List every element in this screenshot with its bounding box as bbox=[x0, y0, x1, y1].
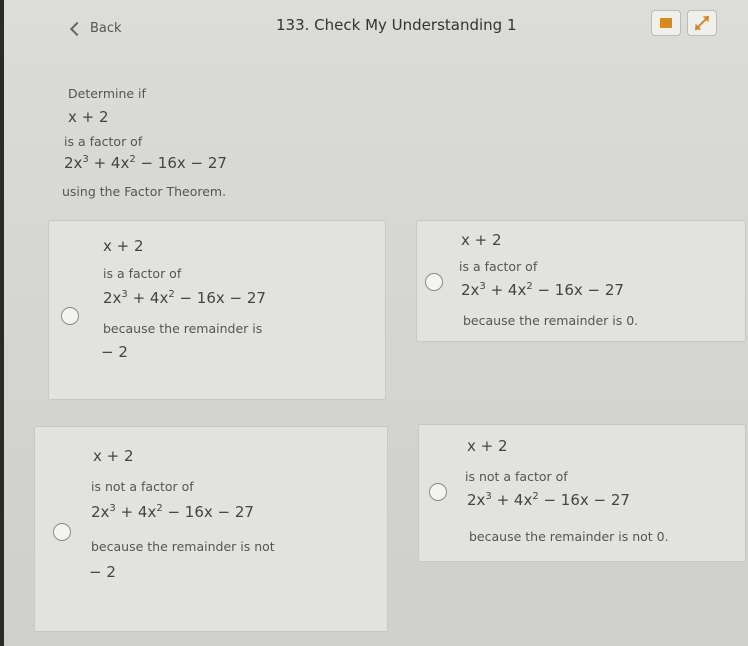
question-line-1: Determine if bbox=[68, 86, 146, 101]
option-factor: x + 2 bbox=[461, 231, 502, 249]
option-polynomial: 2x3 + 4x2 − 16x − 27 bbox=[461, 281, 624, 299]
option-remainder: − 2 bbox=[101, 343, 128, 361]
option-factor: x + 2 bbox=[467, 437, 508, 455]
option-polynomial: 2x3 + 4x2 − 16x − 27 bbox=[467, 491, 630, 509]
radio-button[interactable] bbox=[53, 523, 71, 541]
book-button[interactable] bbox=[651, 10, 681, 36]
option-because: because the remainder is bbox=[103, 321, 263, 336]
screen: Back 133. Check My Understanding 1 Deter… bbox=[4, 0, 748, 646]
question-line-2: is a factor of bbox=[64, 134, 143, 149]
radio-button[interactable] bbox=[425, 273, 443, 291]
chevron-left-icon bbox=[69, 21, 85, 36]
book-icon bbox=[660, 18, 672, 28]
option-factor: x + 2 bbox=[93, 447, 134, 465]
question-polynomial: 2x3 + 4x2 − 16x − 27 bbox=[64, 154, 227, 172]
option-relation: is not a factor of bbox=[465, 469, 568, 484]
back-label: Back bbox=[90, 21, 122, 36]
question-line-3: using the Factor Theorem. bbox=[62, 184, 227, 199]
option-because: because the remainder is not bbox=[91, 539, 275, 554]
option-polynomial: 2x3 + 4x2 − 16x − 27 bbox=[91, 503, 254, 521]
back-button[interactable]: Back bbox=[69, 21, 122, 36]
answer-option-c[interactable]: x + 2 is not a factor of 2x3 + 4x2 − 16x… bbox=[34, 426, 388, 632]
answer-option-d[interactable]: x + 2 is not a factor of 2x3 + 4x2 − 16x… bbox=[418, 424, 746, 562]
page-title: 133. Check My Understanding 1 bbox=[276, 16, 517, 34]
answer-option-b[interactable]: x + 2 is a factor of 2x3 + 4x2 − 16x − 2… bbox=[416, 220, 746, 342]
expand-button[interactable] bbox=[687, 10, 717, 36]
radio-button[interactable] bbox=[61, 307, 79, 325]
option-relation: is a factor of bbox=[459, 259, 538, 274]
question-factor: x + 2 bbox=[68, 108, 109, 126]
option-because: because the remainder is not 0. bbox=[469, 529, 669, 544]
option-polynomial: 2x3 + 4x2 − 16x − 27 bbox=[103, 289, 266, 307]
radio-button[interactable] bbox=[429, 483, 447, 501]
top-bar: Back 133. Check My Understanding 1 bbox=[4, 0, 748, 58]
option-because: because the remainder is 0. bbox=[463, 313, 639, 328]
option-relation: is a factor of bbox=[103, 266, 182, 281]
option-remainder: − 2 bbox=[89, 563, 116, 581]
option-relation: is not a factor of bbox=[91, 479, 194, 494]
option-factor: x + 2 bbox=[103, 237, 144, 255]
answer-option-a[interactable]: x + 2 is a factor of 2x3 + 4x2 − 16x − 2… bbox=[48, 220, 386, 400]
expand-icon bbox=[696, 17, 708, 29]
